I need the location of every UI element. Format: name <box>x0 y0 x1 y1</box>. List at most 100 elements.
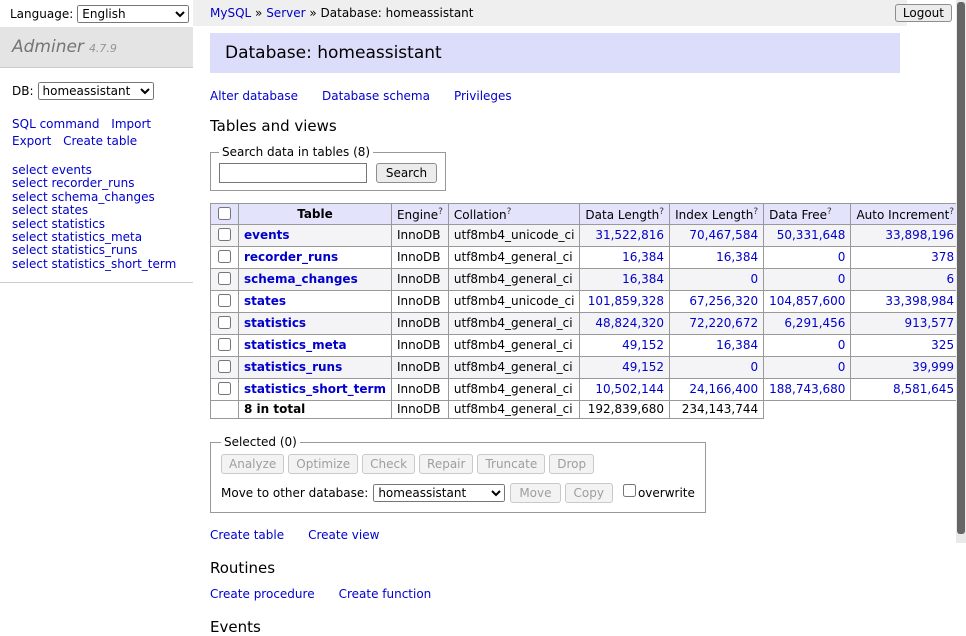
row-checkbox[interactable] <box>218 250 231 263</box>
row-checkbox-cell <box>211 379 239 401</box>
copy-button[interactable]: Copy <box>565 483 613 503</box>
bulk-action-button[interactable]: Repair <box>419 454 473 474</box>
db-action-link[interactable]: Database schema <box>322 89 430 103</box>
bulk-action-button[interactable]: Truncate <box>477 454 545 474</box>
sidebar-table-link[interactable]: select states <box>12 204 193 217</box>
db-action-link[interactable]: Privileges <box>454 89 512 103</box>
table-name-link[interactable]: schema_changes <box>244 272 358 286</box>
bulk-action-button[interactable]: Check <box>362 454 415 474</box>
sidebar-table-link[interactable]: select events <box>12 164 193 177</box>
help-link[interactable]: ? <box>507 207 512 217</box>
sidebar-table-link[interactable]: select schema_changes <box>12 191 193 204</box>
sidebar-table-link[interactable]: select statistics_meta <box>12 231 193 244</box>
value-link[interactable]: 0 <box>838 250 846 264</box>
column-header: Engine? <box>391 204 448 225</box>
language-select[interactable]: English <box>77 5 189 23</box>
value-link[interactable]: 0 <box>838 272 846 286</box>
logout-button[interactable]: Logout <box>895 4 952 22</box>
select-all-checkbox[interactable] <box>218 207 231 220</box>
value-link[interactable]: 0 <box>750 272 758 286</box>
value-link[interactable]: 39,999 <box>912 360 954 374</box>
value-link[interactable]: 6,291,456 <box>784 316 845 330</box>
sidebar-table-link[interactable]: select statistics_runs <box>12 244 193 257</box>
breadcrumb-link[interactable]: MySQL <box>210 6 251 20</box>
move-db-select[interactable]: homeassistant <box>373 484 505 502</box>
overwrite-checkbox[interactable] <box>623 484 636 497</box>
help-link[interactable]: ? <box>438 207 443 217</box>
data-free-cell: 50,331,648 <box>764 225 851 247</box>
sidebar-table-link[interactable]: select statistics_short_term <box>12 258 193 271</box>
value-link[interactable]: 33,398,984 <box>885 294 954 308</box>
search-input[interactable] <box>219 163 367 183</box>
db-select[interactable]: homeassistant <box>38 82 154 100</box>
bulk-action-button[interactable]: Analyze <box>221 454 284 474</box>
value-link[interactable]: 10,502,144 <box>595 382 664 396</box>
table-name-link[interactable]: statistics_runs <box>244 360 342 374</box>
bulk-action-button[interactable]: Optimize <box>288 454 358 474</box>
bulk-action-button[interactable]: Drop <box>549 454 594 474</box>
value-link[interactable]: 49,152 <box>622 360 664 374</box>
value-link[interactable]: 16,384 <box>622 250 664 264</box>
sidebar-link[interactable]: Export <box>12 134 51 148</box>
table-name-link[interactable]: events <box>244 228 290 242</box>
sidebar-link[interactable]: Create table <box>63 134 137 148</box>
column-header: Index Length? <box>670 204 764 225</box>
create-link[interactable]: Create table <box>210 528 284 542</box>
row-checkbox[interactable] <box>218 228 231 241</box>
sidebar-link[interactable]: Import <box>111 117 151 131</box>
overwrite-label: overwrite <box>638 486 695 500</box>
value-link[interactable]: 378 <box>931 250 954 264</box>
value-link[interactable]: 24,166,400 <box>689 382 758 396</box>
value-link[interactable]: 104,857,600 <box>769 294 845 308</box>
row-checkbox[interactable] <box>218 338 231 351</box>
table-name-link[interactable]: statistics_short_term <box>244 382 386 396</box>
value-link[interactable]: 0 <box>750 360 758 374</box>
value-link[interactable]: 0 <box>838 338 846 352</box>
engine-cell: InnoDB <box>391 335 448 357</box>
value-link[interactable]: 31,522,816 <box>595 228 664 242</box>
table-name-link[interactable]: recorder_runs <box>244 250 338 264</box>
row-checkbox[interactable] <box>218 294 231 307</box>
value-link[interactable]: 70,467,584 <box>689 228 758 242</box>
value-link[interactable]: 16,384 <box>716 250 758 264</box>
create-link[interactable]: Create view <box>308 528 379 542</box>
row-checkbox[interactable] <box>218 272 231 285</box>
value-link[interactable]: 8,581,645 <box>893 382 954 396</box>
row-checkbox[interactable] <box>218 360 231 373</box>
help-link[interactable]: ? <box>659 207 664 217</box>
help-link[interactable]: ? <box>827 207 832 217</box>
table-name-link[interactable]: states <box>244 294 286 308</box>
value-link[interactable]: 0 <box>838 360 846 374</box>
help-link[interactable]: ? <box>753 207 758 217</box>
sidebar-table-link[interactable]: select statistics <box>12 218 193 231</box>
sidebar-link[interactable]: SQL command <box>12 117 99 131</box>
total-index-length: 234,143,744 <box>670 401 764 419</box>
value-link[interactable]: 16,384 <box>622 272 664 286</box>
total-data-length: 192,839,680 <box>580 401 670 419</box>
move-button[interactable]: Move <box>510 483 560 503</box>
table-name-link[interactable]: statistics_meta <box>244 338 347 352</box>
value-link[interactable]: 50,331,648 <box>777 228 846 242</box>
table-name-link[interactable]: statistics <box>244 316 306 330</box>
value-link[interactable]: 913,577 <box>904 316 954 330</box>
value-link[interactable]: 101,859,328 <box>588 294 664 308</box>
breadcrumb-link[interactable]: Server <box>266 6 305 20</box>
value-link[interactable]: 16,384 <box>716 338 758 352</box>
value-link[interactable]: 325 <box>931 338 954 352</box>
scrollbar-thumb[interactable] <box>957 2 965 534</box>
routine-link[interactable]: Create procedure <box>210 587 315 601</box>
routine-link[interactable]: Create function <box>339 587 432 601</box>
db-action-link[interactable]: Alter database <box>210 89 298 103</box>
value-link[interactable]: 188,743,680 <box>769 382 845 396</box>
value-link[interactable]: 48,824,320 <box>595 316 664 330</box>
help-link[interactable]: ? <box>949 207 954 217</box>
sidebar-table-link[interactable]: select recorder_runs <box>12 177 193 190</box>
row-checkbox[interactable] <box>218 316 231 329</box>
search-button[interactable]: Search <box>376 163 437 183</box>
value-link[interactable]: 49,152 <box>622 338 664 352</box>
value-link[interactable]: 33,898,196 <box>885 228 954 242</box>
value-link[interactable]: 6 <box>946 272 954 286</box>
value-link[interactable]: 67,256,320 <box>689 294 758 308</box>
row-checkbox[interactable] <box>218 382 231 395</box>
value-link[interactable]: 72,220,672 <box>689 316 758 330</box>
